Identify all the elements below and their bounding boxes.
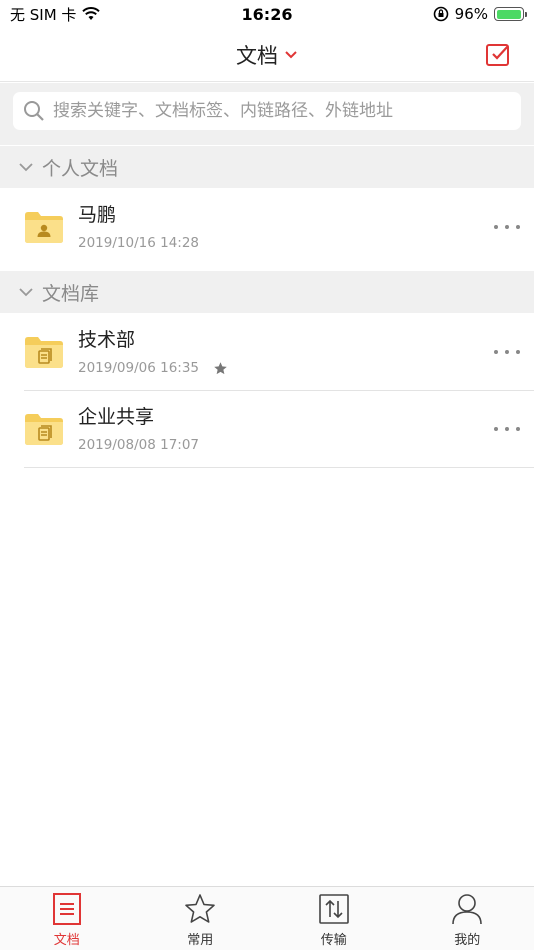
tab-favorites[interactable]: 常用	[134, 887, 268, 950]
personal-folder-icon	[25, 212, 63, 243]
tab-bar: 文档 常用 传输 我的	[0, 886, 534, 950]
section-title: 个人文档	[42, 157, 119, 180]
tab-label: 常用	[187, 933, 214, 948]
chevron-down-icon	[19, 163, 33, 172]
battery-icon	[494, 7, 527, 21]
more-options-icon[interactable]	[494, 217, 520, 237]
item-date: 2019/09/06 16:35	[78, 360, 200, 376]
page-title: 文档	[236, 43, 278, 68]
section-title: 文档库	[42, 282, 100, 305]
star-icon	[214, 361, 227, 374]
battery-percent: 96%	[454, 5, 488, 23]
library-folder-icon	[25, 414, 63, 445]
item-date: 2019/08/08 17:07	[78, 437, 200, 453]
section-header-personal[interactable]: 个人文档	[0, 146, 534, 188]
more-options-icon[interactable]	[494, 419, 520, 439]
user-icon	[452, 894, 483, 925]
list-item[interactable]: 企业共享 2019/08/08 17:07	[0, 390, 534, 468]
section-header-library[interactable]: 文档库	[0, 271, 534, 313]
item-date: 2019/10/16 14:28	[78, 235, 200, 251]
tab-transfer[interactable]: 传输	[267, 887, 401, 950]
orientation-lock-icon	[433, 6, 448, 22]
search-icon	[24, 101, 44, 121]
multi-select-checkbox-icon[interactable]	[484, 41, 512, 69]
transfer-icon	[318, 894, 349, 924]
carrier-label: 无 SIM 卡	[10, 5, 77, 24]
search-bar-container	[0, 83, 534, 145]
search-input[interactable]	[53, 101, 511, 121]
app-screen: 无 SIM 卡 16:26 96% 文档 搜索关键字、文档标签、内链路径、外链地…	[0, 0, 534, 950]
item-name: 企业共享	[78, 406, 155, 428]
star-icon	[185, 894, 216, 923]
chevron-down-icon	[19, 288, 33, 297]
status-bar: 无 SIM 卡 16:26 96%	[0, 0, 534, 28]
nav-bar: 文档	[0, 28, 534, 82]
library-folder-icon	[25, 337, 63, 368]
search-box[interactable]	[13, 92, 521, 130]
tab-label: 文档	[53, 933, 80, 948]
chevron-down-icon	[285, 50, 297, 58]
list-item[interactable]: 马鹏 2019/10/16 14:28	[0, 188, 534, 266]
tab-profile[interactable]: 我的	[401, 887, 534, 950]
item-name: 马鹏	[78, 204, 117, 226]
nav-title-dropdown[interactable]: 文档	[236, 40, 298, 70]
item-name: 技术部	[78, 329, 136, 351]
tab-label: 我的	[454, 933, 481, 948]
more-options-icon[interactable]	[494, 342, 520, 362]
divider	[24, 467, 534, 468]
document-list-icon	[52, 893, 81, 925]
tab-label: 传输	[320, 933, 347, 948]
battery-fill	[496, 9, 521, 19]
wifi-icon	[82, 7, 101, 20]
list-item[interactable]: 技术部 2019/09/06 16:35	[0, 313, 534, 391]
tab-documents[interactable]: 文档	[0, 887, 134, 950]
